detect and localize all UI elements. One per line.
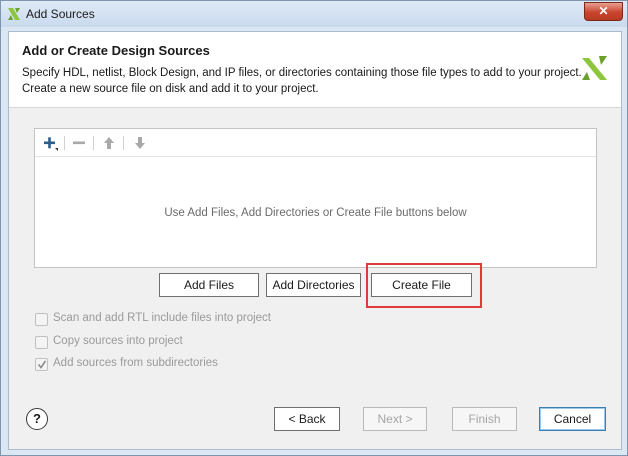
checkbox[interactable] [35,358,48,371]
help-button[interactable]: ? [26,408,48,430]
dialog-header: Add or Create Design Sources Specify HDL… [9,32,621,108]
empty-list-message: Use Add Files, Add Directories or Create… [164,207,467,219]
arrow-up-icon[interactable] [100,134,118,152]
header-description-line1: Specify HDL, netlist, Block Design, and … [22,67,582,79]
highlight-box [366,263,482,308]
checkmark-icon [38,360,46,369]
title-bar[interactable]: Add Sources ✕ [1,1,627,27]
plus-icon[interactable] [41,134,59,152]
arrow-down-icon[interactable] [131,134,149,152]
add-files-button[interactable]: Add Files [159,273,259,297]
list-toolbar [35,129,596,157]
page-title: Add or Create Design Sources [22,43,210,58]
vivado-logo-icon [582,56,607,80]
back-button[interactable]: < Back [274,407,340,431]
checkbox[interactable] [35,336,48,349]
app-logo-icon [8,8,20,20]
source-file-list[interactable]: Use Add Files, Add Directories or Create… [34,128,597,268]
toolbar-separator [64,136,65,150]
dialog-body: Add or Create Design Sources Specify HDL… [8,31,622,450]
option-label: Copy sources into project [53,335,183,347]
cancel-button[interactable]: Cancel [539,407,606,431]
toolbar-separator [93,136,94,150]
window-title: Add Sources [26,7,95,21]
add-directories-button[interactable]: Add Directories [266,273,361,297]
option-label: Add sources from subdirectories [53,357,218,369]
header-description-line2: Create a new source file on disk and add… [22,83,319,95]
minus-icon[interactable] [70,134,88,152]
next-button[interactable]: Next > [363,407,427,431]
close-button[interactable]: ✕ [584,2,623,21]
checkbox[interactable] [35,313,48,326]
toolbar-separator [123,136,124,150]
finish-button[interactable]: Finish [452,407,517,431]
add-sources-window: Add Sources ✕ Add or Create Design Sourc… [0,0,628,456]
option-label: Scan and add RTL include files into proj… [53,312,271,324]
